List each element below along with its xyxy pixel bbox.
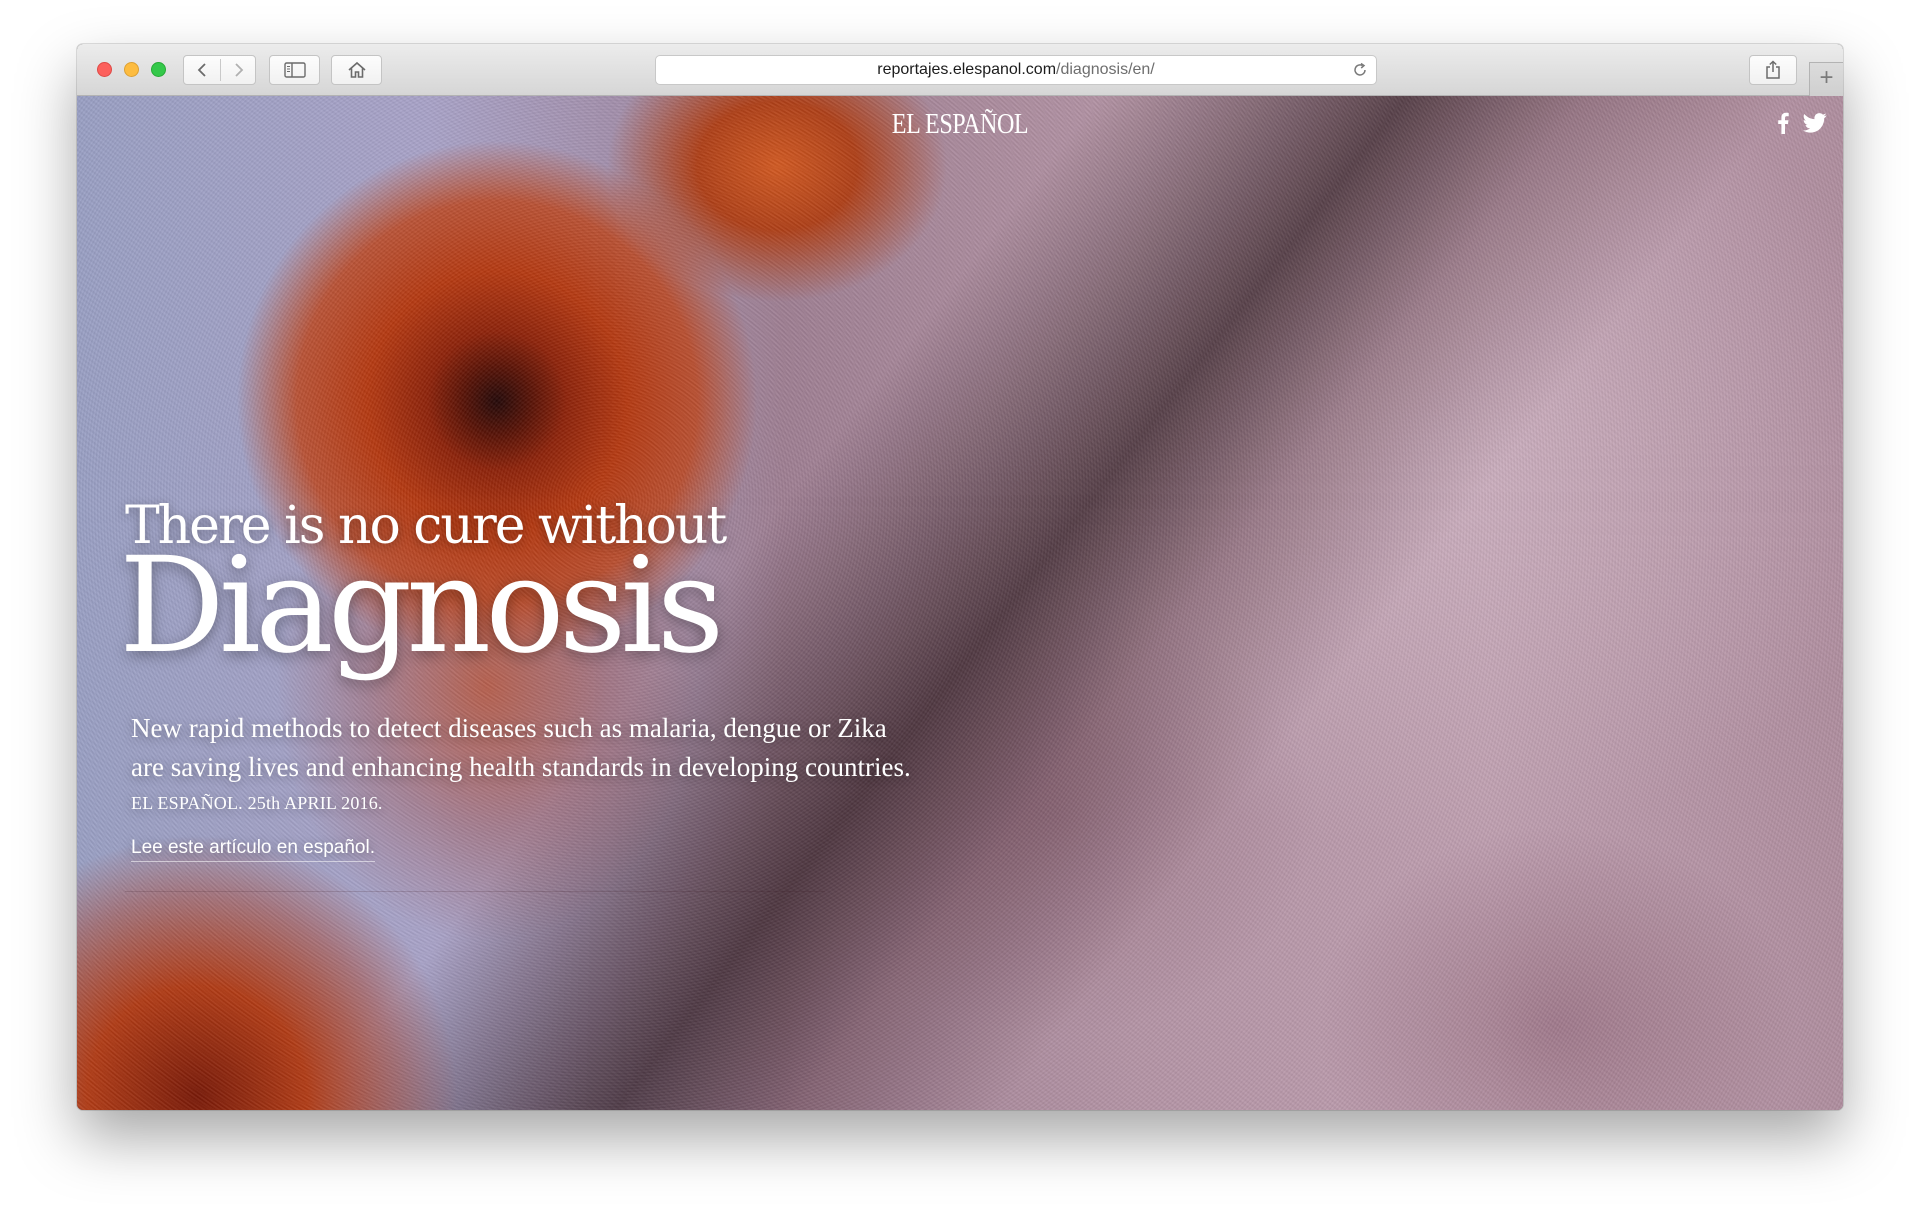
browser-toolbar: reportajes.elespanol.com/diagnosis/en/ + (77, 44, 1843, 96)
site-logo[interactable]: EL ESPAÑOL (201, 109, 1720, 141)
close-window-button[interactable] (97, 62, 112, 77)
share-button[interactable] (1749, 55, 1797, 85)
navigation-buttons (183, 55, 256, 85)
social-links (1777, 112, 1827, 134)
url-host: reportajes.elespanol.com (877, 61, 1057, 78)
address-bar[interactable]: reportajes.elespanol.com/diagnosis/en/ (655, 55, 1377, 85)
facebook-icon[interactable] (1777, 112, 1789, 134)
home-button[interactable] (331, 55, 382, 85)
browser-window: reportajes.elespanol.com/diagnosis/en/ +… (77, 44, 1843, 1110)
byline: EL ESPAÑOL. 25th APRIL 2016. (131, 793, 383, 813)
plus-icon: + (1819, 64, 1834, 91)
back-button[interactable] (184, 56, 220, 84)
standfirst-line-1: New rapid methods to detect diseases suc… (131, 713, 887, 743)
share-icon (1766, 60, 1780, 79)
reload-icon[interactable] (1352, 62, 1368, 78)
chevron-left-icon (197, 63, 206, 77)
sidebar-icon (283, 62, 306, 78)
zoom-window-button[interactable] (151, 62, 166, 77)
minimize-window-button[interactable] (124, 62, 139, 77)
chevron-right-icon (235, 63, 244, 77)
standfirst: New rapid methods to detect diseases suc… (131, 709, 1091, 787)
divider-line (125, 891, 825, 892)
standfirst-line-2: are saving lives and enhancing health st… (131, 752, 911, 782)
forward-button[interactable] (221, 56, 257, 84)
headline: Diagnosis (119, 529, 724, 683)
sidebar-button[interactable] (269, 55, 320, 85)
home-icon (347, 61, 366, 78)
twitter-icon[interactable] (1803, 113, 1827, 133)
spanish-version-link[interactable]: Lee este artículo en español. (131, 837, 376, 862)
page-viewport: EL ESPAÑOL There is no cure without Diag… (77, 96, 1843, 1110)
url-path: /diagnosis/en/ (1056, 61, 1155, 78)
new-tab-button[interactable]: + (1809, 62, 1843, 96)
